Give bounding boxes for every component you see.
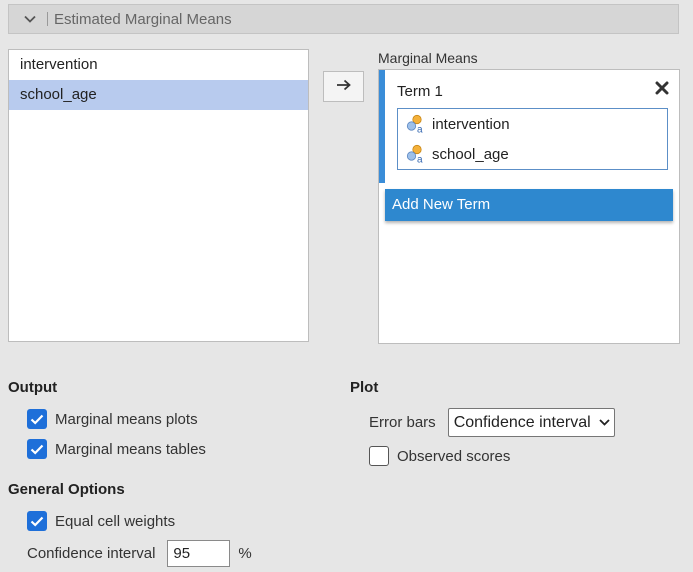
equal-cell-weights-checkbox[interactable] — [27, 511, 47, 531]
chevron-down-icon[interactable] — [21, 15, 39, 23]
error-bars-select[interactable]: Confidence interval — [447, 408, 615, 437]
error-bars-value: Confidence interval — [453, 413, 591, 431]
output-heading: Output — [8, 379, 58, 396]
section-title: Estimated Marginal Means — [54, 10, 232, 28]
svg-text:a: a — [417, 125, 423, 135]
equal-cell-weights-option[interactable]: Equal cell weights — [27, 511, 175, 531]
variable-item-intervention[interactable]: intervention — [9, 50, 308, 80]
term-panel: Term 1 a intervention a school_age — [379, 70, 679, 183]
marginal-means-tables-label: Marginal means tables — [55, 440, 206, 458]
error-bars-row: Error bars Confidence interval — [369, 408, 615, 437]
observed-scores-label: Observed scores — [397, 447, 511, 465]
marginal-means-tables-checkbox[interactable] — [27, 439, 47, 459]
marginal-means-plots-option[interactable]: Marginal means plots — [27, 409, 198, 429]
plot-heading: Plot — [350, 379, 379, 396]
general-options-heading: General Options — [8, 481, 125, 498]
term-variables-list[interactable]: a intervention a school_age — [397, 108, 668, 170]
variables-list[interactable]: intervention school_age — [8, 49, 309, 342]
chevron-down-icon — [599, 419, 610, 426]
confidence-interval-label: Confidence interval — [27, 545, 156, 562]
term-variable-intervention[interactable]: a intervention — [398, 109, 667, 139]
term-variable-school-age[interactable]: a school_age — [398, 139, 667, 169]
error-bars-label: Error bars — [369, 414, 436, 431]
confidence-interval-row: Confidence interval % — [27, 540, 252, 567]
transfer-button[interactable] — [323, 71, 364, 102]
header-divider — [47, 12, 48, 26]
nominal-variable-icon: a — [406, 114, 423, 135]
confidence-interval-unit: % — [238, 545, 252, 562]
observed-scores-checkbox[interactable] — [369, 446, 389, 466]
marginal-means-label: Marginal Means — [378, 50, 478, 66]
equal-cell-weights-label: Equal cell weights — [55, 512, 176, 530]
close-icon[interactable] — [653, 79, 671, 97]
variable-item-school-age[interactable]: school_age — [9, 80, 308, 110]
term-title: Term 1 — [397, 83, 443, 100]
marginal-means-plots-checkbox[interactable] — [27, 409, 47, 429]
arrow-right-icon — [336, 78, 352, 96]
marginal-means-plots-label: Marginal means plots — [55, 410, 198, 428]
add-new-term-button[interactable]: Add New Term — [385, 189, 673, 221]
term-variable-label: intervention — [432, 115, 510, 133]
marginal-means-tables-option[interactable]: Marginal means tables — [27, 439, 206, 459]
observed-scores-option[interactable]: Observed scores — [369, 446, 510, 466]
term-variable-label: school_age — [432, 145, 509, 163]
marginal-means-box[interactable]: Term 1 a intervention a school_age Add N… — [378, 69, 680, 344]
section-header[interactable]: Estimated Marginal Means — [8, 4, 679, 34]
confidence-interval-input[interactable] — [167, 540, 231, 567]
nominal-variable-icon: a — [406, 144, 423, 165]
svg-text:a: a — [417, 155, 423, 165]
